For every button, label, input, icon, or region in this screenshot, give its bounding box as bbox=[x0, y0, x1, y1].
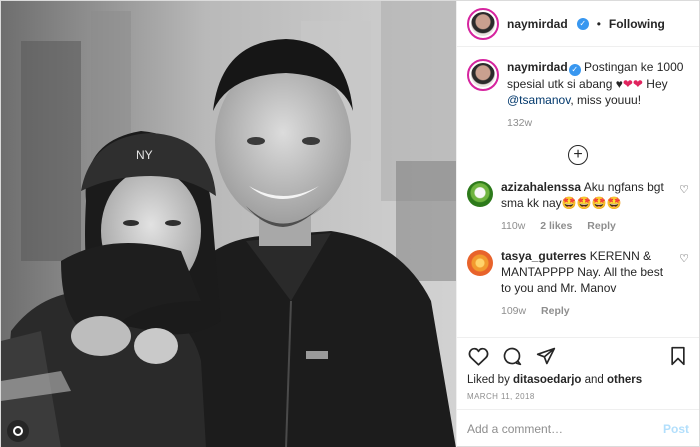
load-more-icon[interactable]: + bbox=[568, 145, 588, 165]
bookmark-icon[interactable] bbox=[667, 345, 689, 367]
header-separator: • bbox=[596, 16, 601, 31]
author-avatar[interactable] bbox=[467, 7, 499, 40]
likes-others-link[interactable]: others bbox=[607, 374, 642, 386]
commenter-avatar[interactable] bbox=[467, 250, 493, 276]
comment-text: azizahalenssa Aku ngfans bgt sma kk nay🤩… bbox=[501, 179, 671, 211]
comment-age[interactable]: 110w bbox=[501, 220, 525, 232]
post-photo[interactable]: NY bbox=[1, 1, 456, 447]
post-comment-button[interactable]: Post bbox=[663, 422, 689, 436]
likes-summary: Liked by ditasoedarjo and others bbox=[457, 374, 699, 386]
caption-text: naymirdad ✓ Postingan ke 1000 spesial utk… bbox=[507, 59, 689, 108]
svg-text:NY: NY bbox=[136, 148, 153, 162]
post-window: NY naymirdad ✓ • Following naymirdad ✓ P… bbox=[0, 0, 700, 447]
commenter-avatar[interactable] bbox=[467, 181, 493, 207]
comment-icon[interactable] bbox=[501, 345, 523, 367]
comments-section: naymirdad ✓ Postingan ke 1000 spesial utk… bbox=[457, 47, 699, 338]
photo-illustration: NY bbox=[1, 1, 456, 447]
share-icon[interactable] bbox=[535, 345, 557, 367]
likes-and: and bbox=[581, 374, 607, 386]
comment-like-heart-icon[interactable]: ♡ bbox=[679, 252, 689, 265]
following-button[interactable]: Following bbox=[609, 17, 665, 31]
post-side-panel: naymirdad ✓ • Following naymirdad ✓ Posti… bbox=[456, 1, 699, 447]
caption-age[interactable]: 132w bbox=[507, 117, 532, 129]
comment-username[interactable]: tasya_guterres bbox=[501, 249, 586, 263]
add-comment-bar: Post bbox=[457, 410, 699, 447]
likes-prefix: Liked by bbox=[467, 374, 514, 386]
comment-meta: 109w Reply bbox=[501, 305, 671, 317]
caption: naymirdad ✓ Postingan ke 1000 spesial utk… bbox=[467, 59, 689, 129]
load-more-comments: + bbox=[467, 145, 689, 165]
caption-author-avatar[interactable] bbox=[467, 59, 499, 91]
verified-badge-icon: ✓ bbox=[576, 17, 589, 30]
comment-username[interactable]: azizahalenssa bbox=[501, 180, 581, 194]
comment-item: tasya_guterres KERENN & MANTAPPPP Nay. A… bbox=[467, 248, 689, 317]
caption-mention-link[interactable]: @tsamanov bbox=[507, 93, 570, 107]
comment-reply-button[interactable]: Reply bbox=[541, 305, 570, 317]
comment-reply-button[interactable]: Reply bbox=[587, 220, 616, 232]
photo-tag-indicator-icon[interactable] bbox=[7, 420, 29, 442]
post-header: naymirdad ✓ • Following bbox=[457, 1, 699, 47]
comment-likes-count[interactable]: 2 likes bbox=[540, 220, 572, 232]
comment-meta: 110w 2 likes Reply bbox=[501, 220, 671, 232]
comment-item: azizahalenssa Aku ngfans bgt sma kk nay🤩… bbox=[467, 179, 689, 232]
add-comment-input[interactable] bbox=[467, 422, 663, 436]
post-date[interactable]: MARCH 11, 2018 bbox=[457, 386, 699, 410]
caption-username[interactable]: naymirdad bbox=[507, 60, 568, 74]
caption-hearts: ❤❤ bbox=[622, 77, 643, 91]
caption-text-part3: , miss youuu! bbox=[570, 93, 642, 107]
comment-age[interactable]: 109w bbox=[501, 305, 526, 317]
caption-verified-badge-icon: ✓ bbox=[568, 64, 581, 76]
liked-by-user-link[interactable]: ditasoedarjo bbox=[513, 374, 581, 386]
comment-text: tasya_guterres KERENN & MANTAPPPP Nay. A… bbox=[501, 248, 671, 296]
action-bar bbox=[457, 338, 699, 374]
comment-like-heart-icon[interactable]: ♡ bbox=[679, 183, 689, 196]
author-username[interactable]: naymirdad bbox=[507, 17, 568, 31]
caption-meta: 132w bbox=[507, 117, 689, 129]
caption-text-part2: Hey bbox=[642, 77, 668, 91]
heart-icon[interactable] bbox=[467, 345, 489, 367]
